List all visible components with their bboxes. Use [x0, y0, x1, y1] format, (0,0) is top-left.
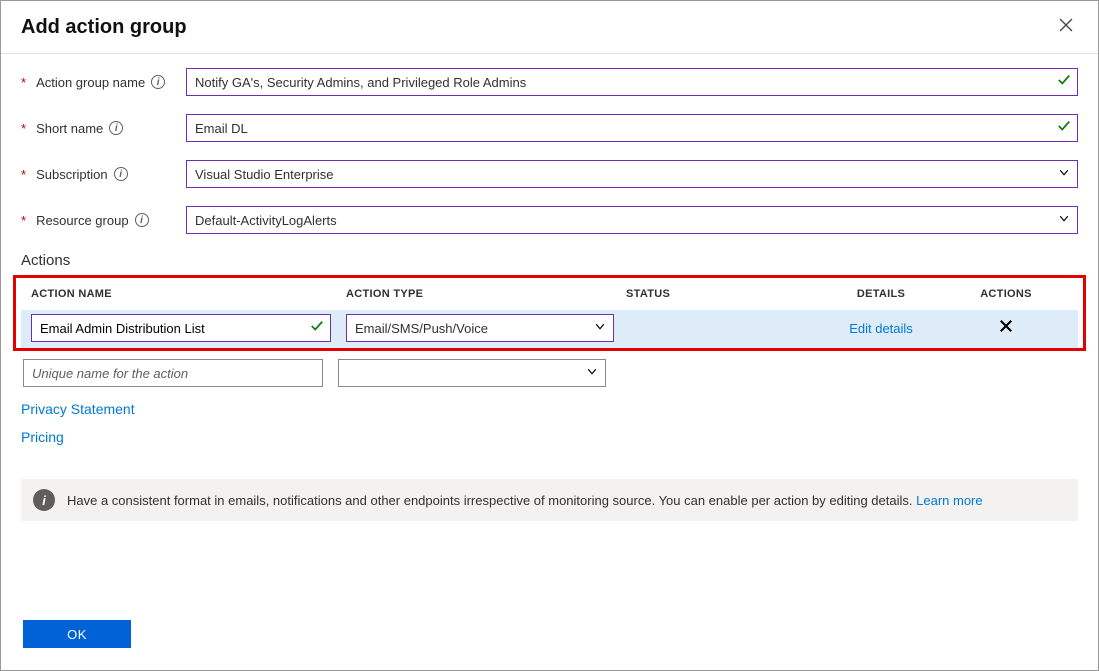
- field-short-name: [186, 114, 1078, 142]
- row-action-group-name: * Action group name i: [21, 68, 1078, 96]
- field-resource-group: Default-ActivityLogAlerts: [186, 206, 1078, 234]
- pricing-link[interactable]: Pricing: [21, 429, 1078, 445]
- label-text: Action group name: [36, 75, 145, 90]
- row-resource-group: * Resource group i Default-ActivityLogAl…: [21, 206, 1078, 234]
- short-name-input[interactable]: [186, 114, 1078, 142]
- action-type-select[interactable]: Email/SMS/Push/Voice: [346, 314, 614, 342]
- privacy-link[interactable]: Privacy Statement: [21, 401, 1078, 417]
- label-short-name: * Short name i: [21, 121, 186, 136]
- info-icon[interactable]: i: [135, 213, 149, 227]
- col-details: DETAILS: [806, 288, 956, 300]
- ok-button[interactable]: OK: [23, 620, 131, 648]
- new-action-type-select[interactable]: [338, 359, 606, 387]
- field-subscription: Visual Studio Enterprise: [186, 160, 1078, 188]
- col-action-name: ACTION NAME: [31, 288, 346, 300]
- col-status: STATUS: [626, 288, 806, 300]
- label-subscription: * Subscription i: [21, 167, 186, 182]
- required-marker: *: [21, 167, 26, 182]
- cell-action-type: Email/SMS/Push/Voice: [346, 314, 626, 342]
- action-name-input[interactable]: [31, 314, 331, 342]
- info-icon: i: [33, 489, 55, 511]
- subscription-value: Visual Studio Enterprise: [195, 167, 334, 182]
- actions-table-header: ACTION NAME ACTION TYPE STATUS DETAILS A…: [21, 278, 1078, 310]
- panel-body: * Action group name i * Short name i: [1, 54, 1098, 351]
- close-icon[interactable]: [1054, 15, 1078, 39]
- label-text: Short name: [36, 121, 103, 136]
- row-subscription: * Subscription i Visual Studio Enterpris…: [21, 160, 1078, 188]
- info-banner: i Have a consistent format in emails, no…: [21, 479, 1078, 521]
- cell-action-name: [31, 314, 346, 342]
- resource-group-value: Default-ActivityLogAlerts: [195, 213, 337, 228]
- label-action-group-name: * Action group name i: [21, 75, 186, 90]
- label-resource-group: * Resource group i: [21, 213, 186, 228]
- banner-message: Have a consistent format in emails, noti…: [67, 493, 913, 508]
- cell-row-actions: [956, 319, 1056, 337]
- cell-details: Edit details: [806, 321, 956, 336]
- add-action-group-panel: Add action group * Action group name i *: [0, 0, 1099, 671]
- actions-highlight-box: ACTION NAME ACTION TYPE STATUS DETAILS A…: [13, 275, 1086, 351]
- edit-details-link[interactable]: Edit details: [849, 321, 913, 336]
- action-type-value: Email/SMS/Push/Voice: [355, 321, 488, 336]
- label-text: Resource group: [36, 213, 129, 228]
- action-row: Email/SMS/Push/Voice Edit details: [21, 310, 1078, 348]
- field-action-group-name: [186, 68, 1078, 96]
- row-short-name: * Short name i: [21, 114, 1078, 142]
- actions-heading: Actions: [21, 252, 1078, 269]
- action-group-name-input[interactable]: [186, 68, 1078, 96]
- info-icon[interactable]: i: [109, 121, 123, 135]
- actions-new-row: Privacy Statement Pricing i Have a consi…: [1, 357, 1098, 521]
- required-marker: *: [21, 75, 26, 90]
- panel-header: Add action group: [1, 1, 1098, 54]
- new-action-name-input[interactable]: [23, 359, 323, 387]
- cell-action-name: [23, 359, 338, 387]
- col-action-type: ACTION TYPE: [346, 288, 626, 300]
- required-marker: *: [21, 213, 26, 228]
- panel-title: Add action group: [21, 16, 187, 39]
- col-actions: ACTIONS: [956, 288, 1056, 300]
- delete-row-icon[interactable]: [999, 320, 1013, 337]
- learn-more-link[interactable]: Learn more: [916, 493, 982, 508]
- info-text: Have a consistent format in emails, noti…: [67, 493, 983, 508]
- info-icon[interactable]: i: [151, 75, 165, 89]
- action-row-new: [21, 357, 1078, 393]
- required-marker: *: [21, 121, 26, 136]
- label-text: Subscription: [36, 167, 108, 182]
- actions-table: ACTION NAME ACTION TYPE STATUS DETAILS A…: [21, 278, 1078, 348]
- info-icon[interactable]: i: [114, 167, 128, 181]
- cell-action-type: [338, 359, 618, 387]
- resource-group-select[interactable]: Default-ActivityLogAlerts: [186, 206, 1078, 234]
- subscription-select[interactable]: Visual Studio Enterprise: [186, 160, 1078, 188]
